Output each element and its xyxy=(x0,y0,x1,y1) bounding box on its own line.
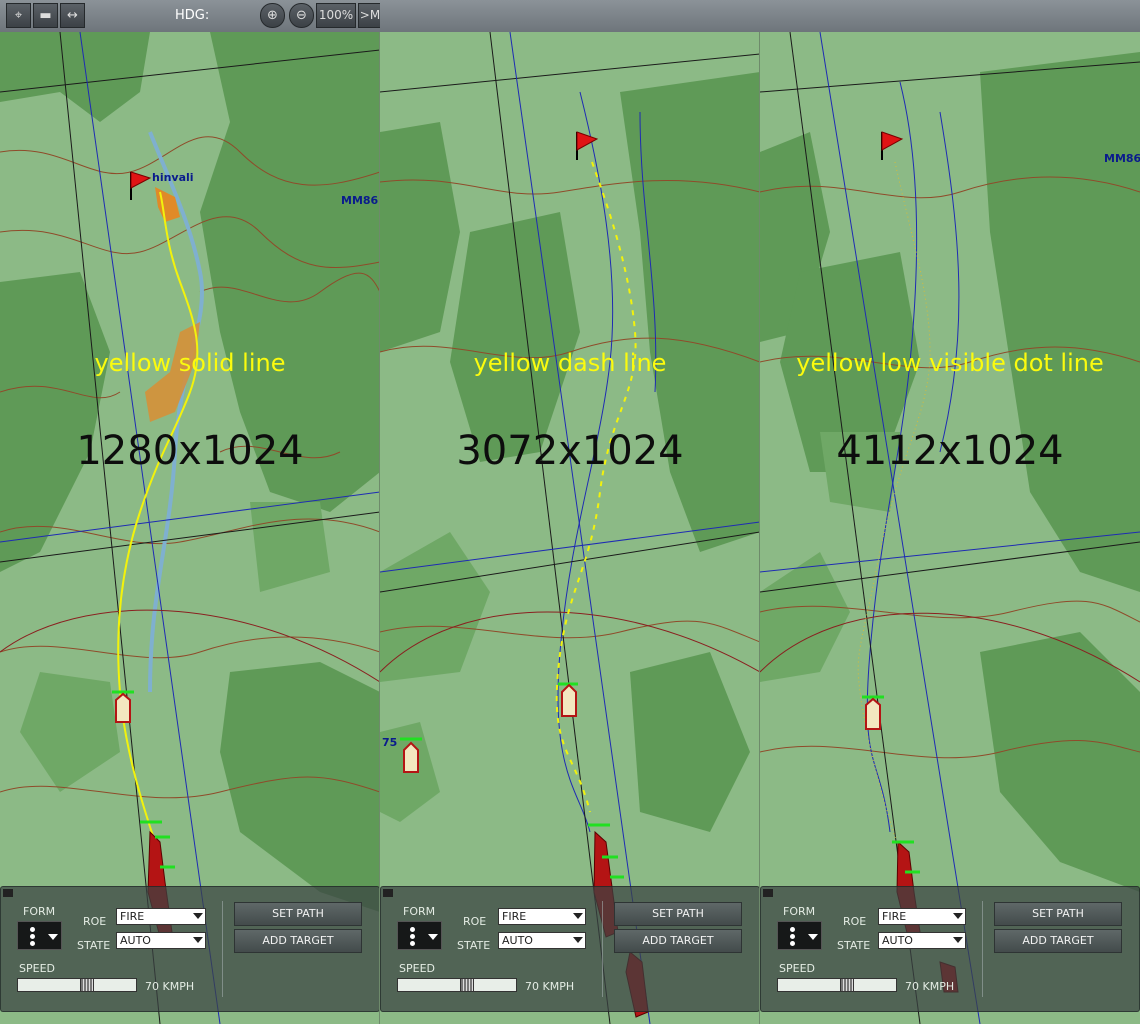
panel-caption: yellow solid line xyxy=(94,349,286,377)
map-panel-2: 75 yellow dash line 3072x1024 FORM ROE F… xyxy=(380,0,760,1024)
formation-icon[interactable] xyxy=(17,921,62,950)
collapse-icon[interactable] xyxy=(763,889,773,897)
state-label: STATE xyxy=(77,939,111,952)
state-select[interactable]: AUTO xyxy=(498,932,586,949)
map-panel-3: MM86 yellow low visible dot line 4112x10… xyxy=(760,0,1140,1024)
divider xyxy=(602,901,603,997)
speed-slider[interactable] xyxy=(397,978,517,992)
state-select[interactable]: AUTO xyxy=(116,932,206,949)
speed-value: 70 KMPH xyxy=(525,980,575,993)
grid-label: MM86 xyxy=(1104,152,1140,165)
form-label: FORM xyxy=(783,905,816,918)
set-path-button[interactable]: SET PATH xyxy=(994,902,1122,926)
divider xyxy=(982,901,983,997)
formation-icon[interactable] xyxy=(777,921,822,950)
chevron-down-icon xyxy=(953,913,963,919)
panel-caption: yellow dash line xyxy=(473,349,667,377)
chevron-down-icon xyxy=(573,913,583,919)
roe-value: FIRE xyxy=(882,910,907,923)
formation-icon[interactable] xyxy=(397,921,442,950)
speed-label: SPEED xyxy=(779,962,815,975)
unit-control-panel: FORM ROE FIRE STATE AUTO SET PATH ADD TA… xyxy=(0,886,380,1012)
speed-slider[interactable] xyxy=(777,978,897,992)
divider xyxy=(222,901,223,997)
speed-label: SPEED xyxy=(19,962,55,975)
panel-caption: yellow low visible dot line xyxy=(796,349,1104,377)
collapse-icon[interactable] xyxy=(3,889,13,897)
roe-select[interactable]: FIRE xyxy=(116,908,206,925)
unit-control-panel: FORM ROE FIRE STATE AUTO SET PATH ADD TA… xyxy=(380,886,760,1012)
unit-control-panel: FORM ROE FIRE STATE AUTO SET PATH ADD TA… xyxy=(760,886,1140,1012)
state-value: AUTO xyxy=(882,934,913,947)
chevron-down-icon xyxy=(193,937,203,943)
state-label: STATE xyxy=(837,939,871,952)
add-target-button[interactable]: ADD TARGET xyxy=(994,929,1122,953)
speed-slider-thumb[interactable] xyxy=(80,978,94,992)
speed-value: 70 KMPH xyxy=(905,980,955,993)
grid-label: MM86 xyxy=(341,194,379,207)
state-label: STATE xyxy=(457,939,491,952)
roe-label: ROE xyxy=(83,915,107,928)
map-view-3[interactable] xyxy=(760,32,1140,1024)
roe-label: ROE xyxy=(843,915,867,928)
speed-label: SPEED xyxy=(399,962,435,975)
map-panel-1: hinvali MM86 yellow solid line 1280x1024… xyxy=(0,0,380,1024)
form-label: FORM xyxy=(23,905,56,918)
map-view-2[interactable] xyxy=(380,32,760,1024)
set-path-button[interactable]: SET PATH xyxy=(234,902,362,926)
roe-select[interactable]: FIRE xyxy=(878,908,966,925)
chevron-down-icon xyxy=(193,913,203,919)
roe-label: ROE xyxy=(463,915,487,928)
set-path-button[interactable]: SET PATH xyxy=(614,902,742,926)
panel-resolution: 3072x1024 xyxy=(456,428,684,474)
chevron-down-icon xyxy=(953,937,963,943)
speed-slider-thumb[interactable] xyxy=(460,978,474,992)
form-label: FORM xyxy=(403,905,436,918)
panel-resolution: 1280x1024 xyxy=(76,428,304,474)
chevron-down-icon xyxy=(573,937,583,943)
add-target-button[interactable]: ADD TARGET xyxy=(234,929,362,953)
roe-value: FIRE xyxy=(502,910,527,923)
speed-value: 70 KMPH xyxy=(145,980,195,993)
speed-slider[interactable] xyxy=(17,978,137,992)
collapse-icon[interactable] xyxy=(383,889,393,897)
add-target-button[interactable]: ADD TARGET xyxy=(614,929,742,953)
town-label: hinvali xyxy=(152,171,194,184)
state-select[interactable]: AUTO xyxy=(878,932,966,949)
speed-slider-thumb[interactable] xyxy=(840,978,854,992)
roe-value: FIRE xyxy=(120,910,145,923)
unit-label: 75 xyxy=(382,736,398,749)
state-value: AUTO xyxy=(502,934,533,947)
roe-select[interactable]: FIRE xyxy=(498,908,586,925)
state-value: AUTO xyxy=(120,934,151,947)
panel-resolution: 4112x1024 xyxy=(836,428,1064,474)
